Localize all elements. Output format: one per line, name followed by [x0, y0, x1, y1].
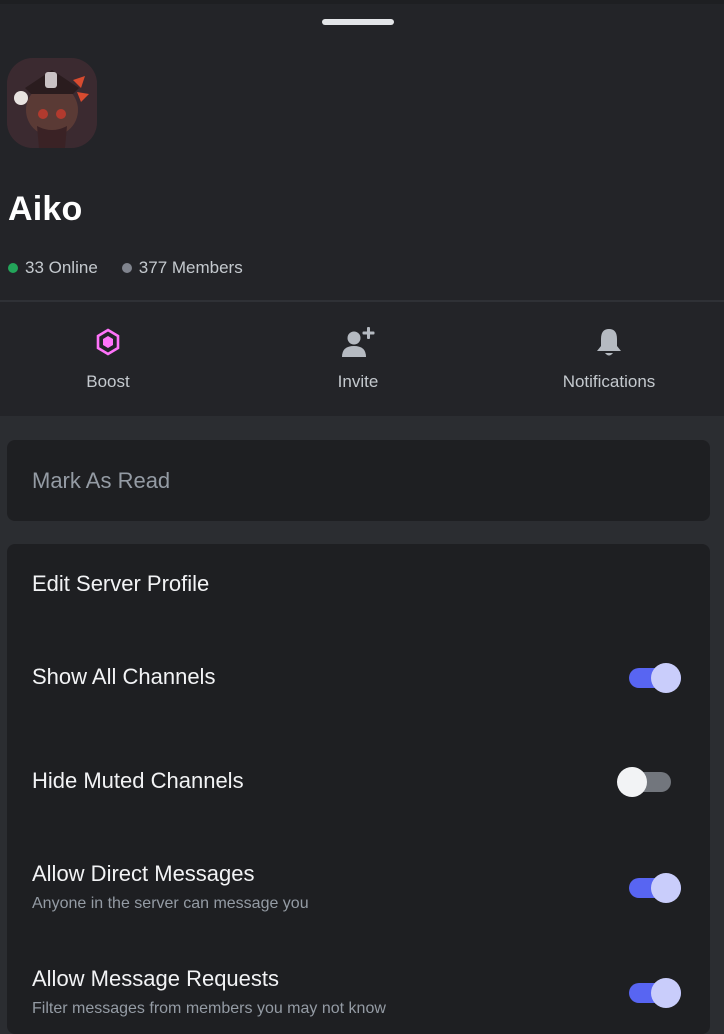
allow-direct-messages-description: Anyone in the server can message you — [32, 895, 309, 912]
toggle-knob — [651, 873, 681, 903]
boost-button[interactable]: Boost — [8, 324, 208, 392]
action-bar: Boost Invite Notifications — [0, 302, 724, 416]
server-sheet: Aiko 33 Online 377 Members Boost Invite … — [0, 0, 724, 1034]
allow-direct-messages-toggle[interactable] — [629, 873, 681, 903]
allow-direct-messages-label: Allow Direct Messages — [32, 861, 255, 886]
online-count-label: 33 Online — [25, 258, 98, 277]
server-avatar[interactable] — [7, 58, 97, 148]
sheet-top-bar — [0, 0, 724, 36]
invite-button[interactable]: Invite — [258, 324, 458, 392]
server-name: Aiko — [8, 190, 83, 228]
boost-gem-icon — [90, 324, 126, 360]
bell-icon — [591, 324, 627, 360]
server-avatar-image — [7, 58, 97, 148]
members-dot-icon — [121, 263, 132, 273]
member-count: 377 Members — [121, 258, 243, 278]
online-count: 33 Online — [8, 258, 98, 278]
server-stats: 33 Online 377 Members — [8, 258, 267, 278]
show-all-channels-row[interactable]: Show All Channels — [7, 634, 710, 734]
allow-message-requests-label: Allow Message Requests — [32, 966, 280, 991]
mark-as-read-button[interactable]: Mark As Read — [7, 440, 710, 521]
edit-server-profile-row[interactable]: Edit Server Profile — [7, 544, 710, 634]
drag-handle[interactable] — [322, 19, 394, 25]
toggle-knob — [651, 663, 681, 693]
show-all-channels-toggle[interactable] — [629, 663, 681, 693]
member-count-label: 377 Members — [138, 258, 243, 277]
mark-as-read-label: Mark As Read — [32, 468, 171, 493]
invite-label: Invite — [337, 372, 379, 391]
server-header: Aiko 33 Online 377 Members — [0, 36, 724, 300]
notifications-label: Notifications — [562, 372, 656, 391]
settings-card: Edit Server Profile Show All Channels Hi… — [7, 544, 710, 1034]
online-dot-icon — [8, 263, 18, 273]
hide-muted-channels-toggle[interactable] — [617, 767, 671, 797]
toggle-knob — [617, 767, 647, 797]
hide-muted-channels-row[interactable]: Hide Muted Channels — [7, 734, 710, 834]
allow-message-requests-description: Filter messages from members you may not… — [32, 1000, 386, 1017]
boost-label: Boost — [86, 372, 130, 391]
hide-muted-channels-label: Hide Muted Channels — [32, 768, 244, 793]
add-user-icon — [340, 324, 376, 360]
allow-message-requests-toggle[interactable] — [629, 978, 681, 1008]
allow-direct-messages-row[interactable]: Allow Direct Messages Anyone in the serv… — [7, 834, 710, 939]
toggle-knob — [651, 978, 681, 1008]
allow-message-requests-row[interactable]: Allow Message Requests Filter messages f… — [7, 939, 710, 1034]
show-all-channels-label: Show All Channels — [32, 664, 216, 689]
notifications-button[interactable]: Notifications — [509, 324, 709, 392]
edit-server-profile-label: Edit Server Profile — [32, 571, 210, 596]
